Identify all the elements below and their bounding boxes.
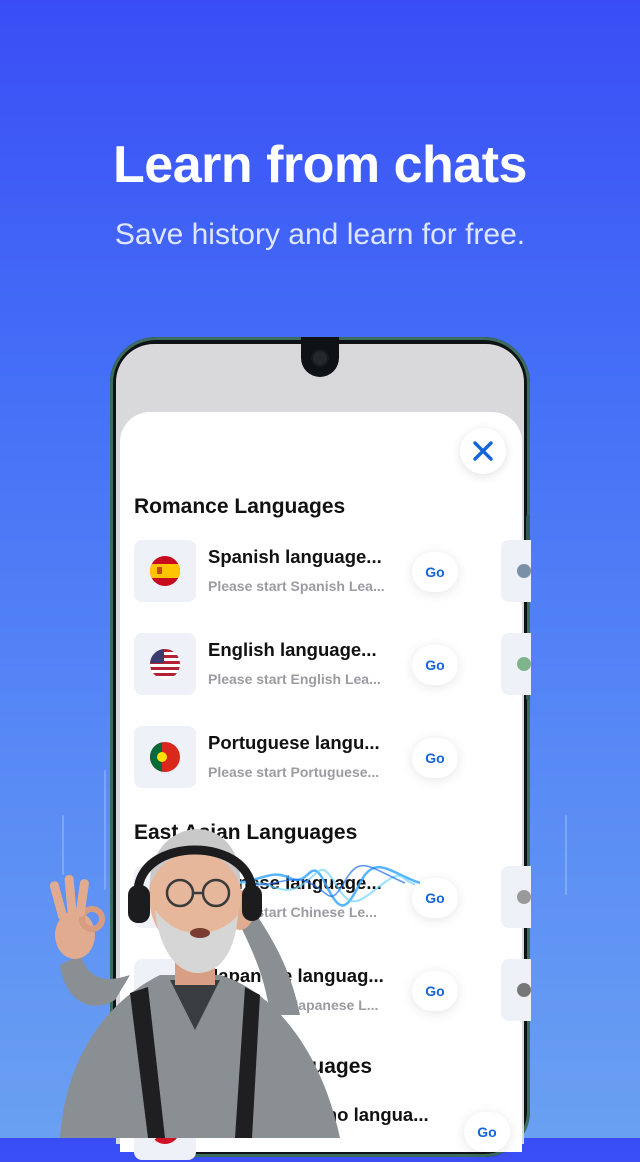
spain-flag-icon [150,556,180,586]
language-title: Spanish language... [208,546,382,567]
language-subtitle: Please start Portuguese... [208,764,380,780]
front-camera-icon [313,351,327,365]
go-button[interactable]: Go [464,1112,510,1152]
page-headline: Learn from chats [113,136,527,194]
go-button[interactable]: Go [412,645,458,685]
phone-notch [301,337,339,377]
flag-icon [517,890,531,904]
flag-container [134,633,196,695]
portugal-flag-icon [150,742,180,772]
flag-icon [517,983,531,997]
flag-icon [517,564,531,578]
language-subtitle: Please start Spanish Lea... [208,578,385,594]
close-icon [473,441,493,461]
language-row-english[interactable]: English language... Please start English… [134,633,522,697]
go-button[interactable]: Go [412,971,458,1011]
next-card-peek [501,959,531,1021]
next-card-peek [501,866,531,928]
next-card-peek [501,633,531,695]
audio-bar [565,815,567,895]
next-card-peek [501,540,531,602]
section-title-romance: Romance Languages [134,495,346,518]
language-row-spanish[interactable]: Spanish language... Please start Spanish… [134,540,522,604]
flag-container [134,726,196,788]
language-title: Portuguese langu... [208,732,380,753]
go-button[interactable]: Go [412,738,458,778]
go-button[interactable]: Go [412,552,458,592]
page-subline: Save history and learn for free. [114,218,526,251]
language-row-portuguese[interactable]: Portuguese langu... Please start Portugu… [134,726,522,790]
usa-flag-icon [150,649,180,679]
language-title: English language... [208,639,377,660]
flag-container [134,540,196,602]
man-with-headphones-photo [49,829,340,1138]
flag-icon [517,657,531,671]
close-button[interactable] [460,428,506,474]
language-subtitle: Please start English Lea... [208,671,381,687]
